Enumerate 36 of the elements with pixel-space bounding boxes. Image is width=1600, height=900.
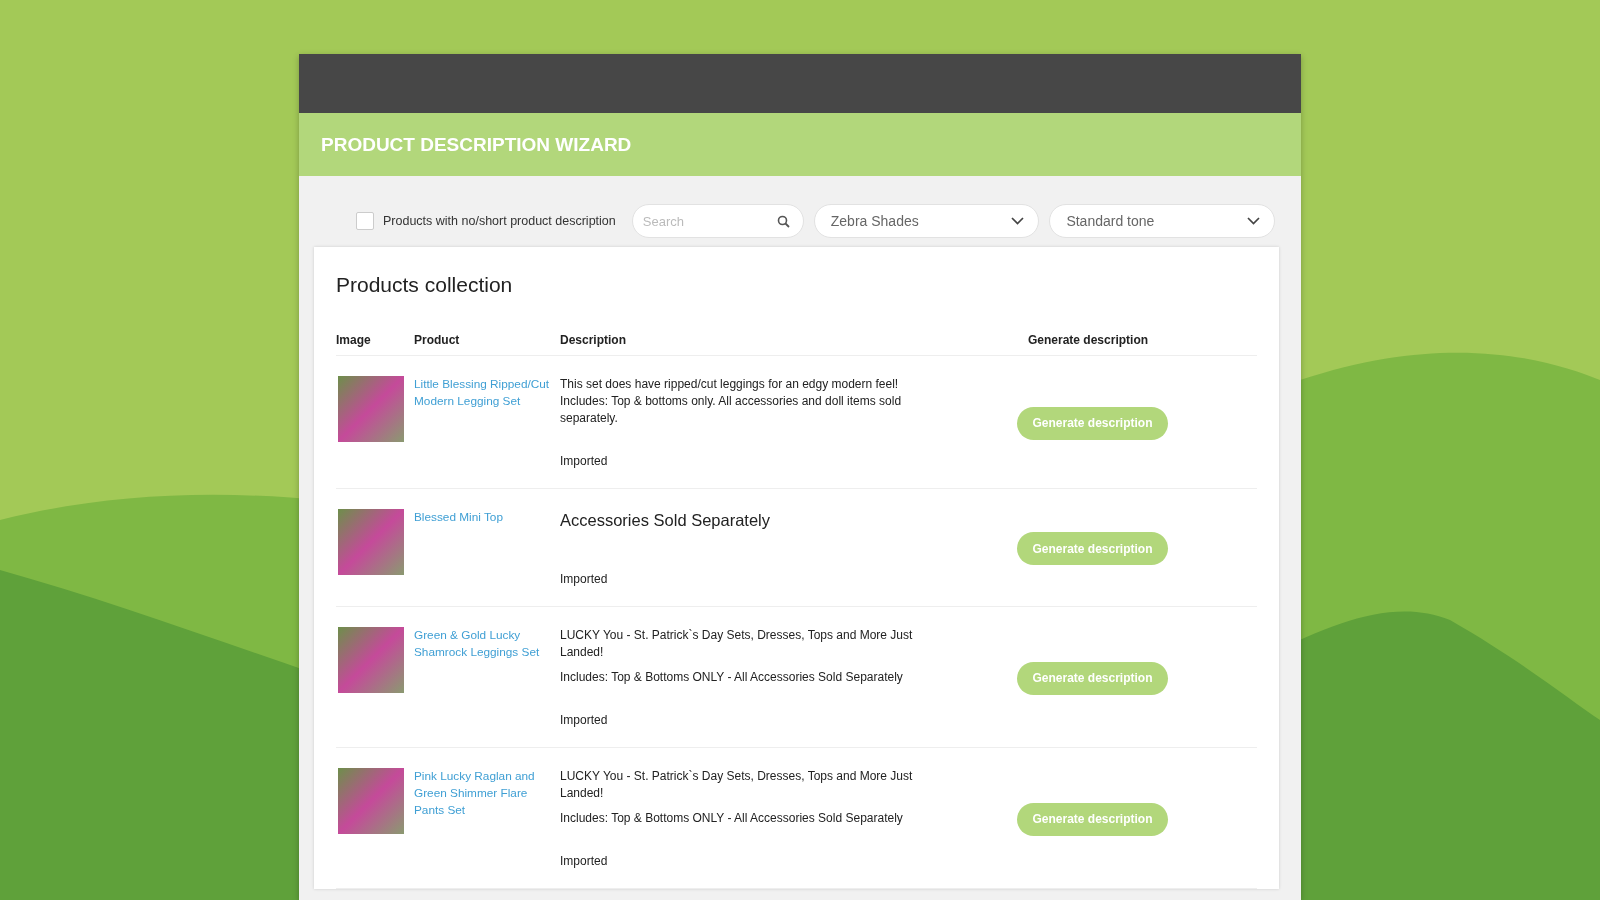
page-title: PRODUCT DESCRIPTION WIZARD — [321, 133, 632, 156]
product-photo-placeholder — [338, 768, 404, 834]
search-icon — [776, 215, 790, 228]
description-text: Imported — [560, 453, 609, 470]
tone-dropdown[interactable]: Standard tone — [1049, 204, 1275, 238]
description-text: Includes: Top & Bottoms ONLY - All Accessories Sold Separately — [560, 669, 904, 686]
generate-description-button[interactable]: Generate description — [1017, 802, 1168, 836]
product-photo-placeholder — [338, 627, 404, 693]
description-text: Imported — [560, 853, 609, 870]
description-text: Imported — [560, 571, 609, 588]
column-header: Product — [414, 327, 560, 356]
product-photo-placeholder — [338, 509, 404, 575]
search-field[interactable]: Search — [631, 204, 804, 238]
product-link[interactable]: Pink Lucky Raglan and Green Shimmer Flare Pants Set — [414, 768, 560, 819]
product-link[interactable]: Blessed Mini Top — [414, 509, 560, 526]
description-text: LUCKY You - St. Patrick`s Day Sets, Dresses, Tops and More Just Landed! — [560, 768, 914, 802]
generate-description-button[interactable]: Generate description — [1017, 532, 1168, 565]
chevron-down-icon — [1011, 217, 1025, 225]
column-header: Generate description — [1017, 327, 1257, 356]
description-text: Includes: Top & Bottoms ONLY - All Accessories Sold Separately — [560, 810, 904, 827]
card-title: Products collection — [336, 273, 514, 297]
checkbox-label: Products with no/short product description — [383, 214, 616, 228]
checkbox[interactable] — [356, 212, 374, 230]
description-text: LUCKY You - St. Patrick`s Day Sets, Dresses, Tops and More Just Landed! — [560, 627, 914, 661]
chevron-down-icon — [1247, 217, 1260, 225]
generate-description-button[interactable]: Generate description — [1017, 406, 1168, 440]
description-heading: Accessories Sold Separately — [560, 510, 772, 531]
product-link[interactable]: Little Blessing Ripped/Cut Modern Legging Set — [414, 376, 560, 410]
product-photo-placeholder — [338, 376, 404, 442]
generate-description-button[interactable]: Generate description — [1017, 661, 1168, 695]
description-text: Imported — [560, 712, 609, 729]
column-header: Image — [336, 327, 414, 356]
description-text: This set does have ripped/cut leggings for an edgy modern feel! Includes: Top & bottoms only. All accessories and doll items sold separately. — [560, 376, 903, 427]
collection-dropdown[interactable]: Zebra Shades — [813, 204, 1040, 238]
column-header: Description — [560, 327, 1017, 356]
product-link[interactable]: Green & Gold Lucky Shamrock Leggings Set — [414, 627, 560, 661]
